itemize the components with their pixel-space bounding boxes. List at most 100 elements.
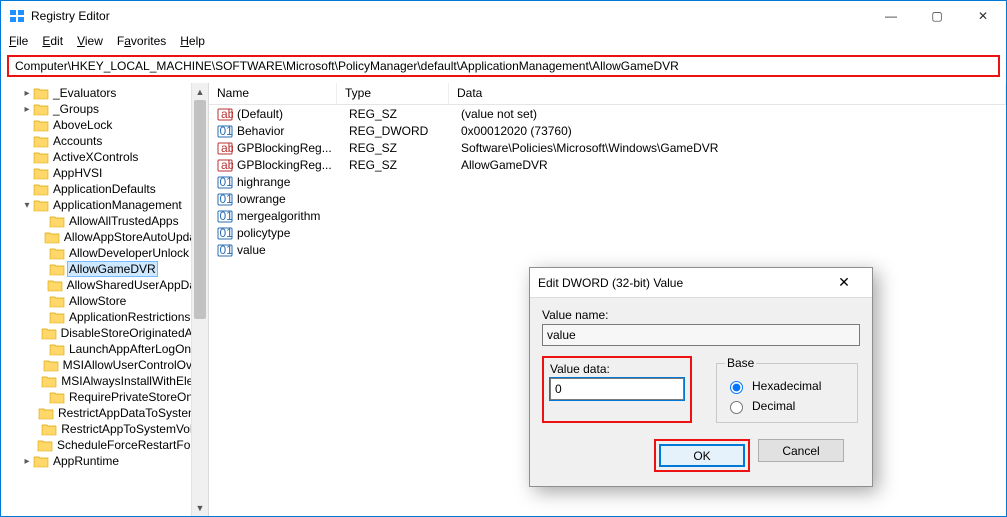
scroll-up-icon[interactable]: ▲ bbox=[192, 83, 208, 100]
tree-item[interactable]: RestrictAppDataToSystemV bbox=[5, 405, 208, 421]
radio-dec[interactable]: Decimal bbox=[725, 398, 849, 414]
menu-help[interactable]: Help bbox=[180, 34, 205, 48]
window-maximize-button[interactable]: ▢ bbox=[914, 1, 960, 31]
tree-item-label: AllowSharedUserAppData bbox=[65, 278, 208, 292]
col-type[interactable]: Type bbox=[337, 83, 449, 104]
valuedata-input[interactable] bbox=[550, 378, 684, 400]
caret-right-icon[interactable]: ▸ bbox=[21, 104, 33, 115]
scroll-thumb[interactable] bbox=[194, 100, 206, 319]
value-row[interactable]: 011lowrange bbox=[209, 190, 1006, 207]
tree-item[interactable]: AllowDeveloperUnlock bbox=[5, 245, 208, 261]
tree-item[interactable]: ActiveXControls bbox=[5, 149, 208, 165]
tree-item[interactable]: ▸AppRuntime bbox=[5, 453, 208, 469]
value-row[interactable]: ab(Default)REG_SZ(value not set) bbox=[209, 105, 1006, 122]
tree-item-label: RestrictAppDataToSystemV bbox=[56, 406, 208, 420]
tree-item[interactable]: RestrictAppToSystemVolun bbox=[5, 421, 208, 437]
col-name[interactable]: Name bbox=[209, 83, 337, 104]
col-data[interactable]: Data bbox=[449, 83, 1006, 104]
tree-item-label: MSIAllowUserControlOverI bbox=[61, 358, 208, 372]
folder-icon bbox=[33, 118, 49, 132]
caret-right-icon[interactable]: ▸ bbox=[21, 456, 33, 467]
window-minimize-button[interactable]: — bbox=[868, 1, 914, 31]
radio-dec-label: Decimal bbox=[752, 399, 795, 413]
value-row[interactable]: 011value bbox=[209, 241, 1006, 258]
tree-item[interactable]: ▾ApplicationManagement bbox=[5, 197, 208, 213]
tree-item[interactable]: AppHVSI bbox=[5, 165, 208, 181]
tree-item-label: AboveLock bbox=[51, 118, 114, 132]
tree-item-label: MSIAlwaysInstallWithEleva bbox=[59, 374, 208, 388]
radio-dec-input[interactable] bbox=[730, 401, 743, 414]
value-name: GPBlockingReg... bbox=[237, 158, 349, 172]
tree-item[interactable]: LaunchAppAfterLogOn bbox=[5, 341, 208, 357]
caret-down-icon[interactable]: ▾ bbox=[21, 200, 33, 211]
reg-string-icon: ab bbox=[217, 157, 233, 173]
scroll-down-icon[interactable]: ▼ bbox=[192, 499, 208, 516]
cancel-button[interactable]: Cancel bbox=[758, 439, 844, 462]
folder-icon bbox=[33, 86, 49, 100]
value-row[interactable]: 011policytype bbox=[209, 224, 1006, 241]
folder-icon bbox=[49, 246, 65, 260]
tree-item[interactable]: ▸_Groups bbox=[5, 101, 208, 117]
value-type: REG_DWORD bbox=[349, 124, 461, 138]
caret-right-icon[interactable]: ▸ bbox=[21, 88, 33, 99]
address-bar[interactable] bbox=[7, 55, 1000, 77]
value-row[interactable]: 011mergealgorithm bbox=[209, 207, 1006, 224]
values-list: ab(Default)REG_SZ(value not set)011Behav… bbox=[209, 105, 1006, 258]
reg-string-icon: ab bbox=[217, 140, 233, 156]
menu-favorites[interactable]: Favorites bbox=[117, 34, 166, 48]
radio-hex[interactable]: Hexadecimal bbox=[725, 378, 849, 394]
tree-item[interactable]: ▸_Evaluators bbox=[5, 85, 208, 101]
value-row[interactable]: 011highrange bbox=[209, 173, 1006, 190]
tree-item[interactable]: RequirePrivateStoreOnly bbox=[5, 389, 208, 405]
value-name: value bbox=[237, 243, 349, 257]
folder-icon bbox=[33, 166, 49, 180]
valuename-input[interactable] bbox=[542, 324, 860, 346]
tree-item[interactable]: AboveLock bbox=[5, 117, 208, 133]
tree-item[interactable]: DisableStoreOriginatedApp bbox=[5, 325, 208, 341]
value-row[interactable]: abGPBlockingReg...REG_SZAllowGameDVR bbox=[209, 156, 1006, 173]
radio-hex-input[interactable] bbox=[730, 381, 743, 394]
menu-edit[interactable]: Edit bbox=[42, 34, 63, 48]
dialog-close-button[interactable]: ✕ bbox=[824, 274, 864, 291]
window-titlebar: Registry Editor — ▢ ✕ bbox=[1, 1, 1006, 31]
value-name: policytype bbox=[237, 226, 349, 240]
folder-icon bbox=[33, 150, 49, 164]
menu-file[interactable]: File bbox=[9, 34, 28, 48]
tree-item-label: ApplicationRestrictions bbox=[67, 310, 192, 324]
window-close-button[interactable]: ✕ bbox=[960, 1, 1006, 31]
reg-binary-icon: 011 bbox=[217, 208, 233, 224]
value-type: REG_SZ bbox=[349, 158, 461, 172]
tree-item[interactable]: ApplicationDefaults bbox=[5, 181, 208, 197]
ok-highlight: OK bbox=[654, 439, 750, 472]
tree-item[interactable]: AllowStore bbox=[5, 293, 208, 309]
radio-hex-label: Hexadecimal bbox=[752, 379, 821, 393]
folder-icon bbox=[41, 374, 57, 388]
regedit-icon bbox=[9, 8, 25, 24]
tree-item[interactable]: Accounts bbox=[5, 133, 208, 149]
tree-scrollbar[interactable]: ▲ ▼ bbox=[191, 83, 208, 516]
svg-text:011: 011 bbox=[220, 209, 234, 223]
value-row[interactable]: 011BehaviorREG_DWORD0x00012020 (73760) bbox=[209, 122, 1006, 139]
scroll-track[interactable] bbox=[192, 100, 208, 499]
tree-item[interactable]: AllowGameDVR bbox=[5, 261, 208, 277]
tree-item-label: DisableStoreOriginatedApp bbox=[59, 326, 208, 340]
menu-view[interactable]: View bbox=[77, 34, 103, 48]
window-title: Registry Editor bbox=[31, 9, 868, 23]
svg-text:ab: ab bbox=[221, 107, 233, 121]
folder-icon bbox=[47, 278, 63, 292]
svg-text:011: 011 bbox=[220, 175, 234, 189]
address-input[interactable] bbox=[13, 58, 994, 74]
folder-icon bbox=[49, 294, 65, 308]
tree-item[interactable]: ApplicationRestrictions bbox=[5, 309, 208, 325]
tree-pane[interactable]: ▸_Evaluators▸_GroupsAboveLockAccountsAct… bbox=[1, 83, 209, 516]
tree-item[interactable]: AllowSharedUserAppData bbox=[5, 277, 208, 293]
value-row[interactable]: abGPBlockingReg...REG_SZSoftware\Policie… bbox=[209, 139, 1006, 156]
value-type: REG_SZ bbox=[349, 141, 461, 155]
ok-button[interactable]: OK bbox=[659, 444, 745, 467]
tree-item[interactable]: MSIAlwaysInstallWithEleva bbox=[5, 373, 208, 389]
main-content: ▸_Evaluators▸_GroupsAboveLockAccountsAct… bbox=[1, 83, 1006, 516]
tree-item[interactable]: ScheduleForceRestartForUp bbox=[5, 437, 208, 453]
tree-item[interactable]: MSIAllowUserControlOverI bbox=[5, 357, 208, 373]
tree-item[interactable]: AllowAppStoreAutoUpdate bbox=[5, 229, 208, 245]
tree-item[interactable]: AllowAllTrustedApps bbox=[5, 213, 208, 229]
